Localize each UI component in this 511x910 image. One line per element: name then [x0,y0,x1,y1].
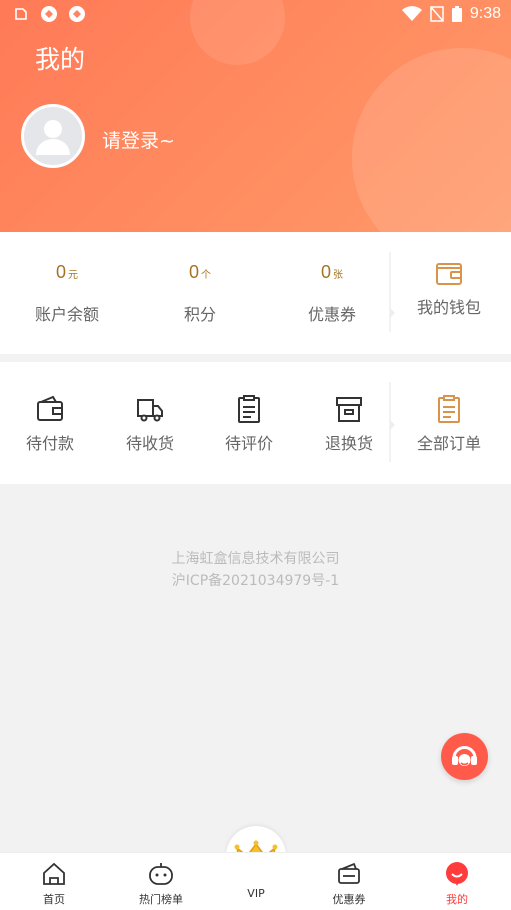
balance-stat[interactable]: 0元 账户余额 [2,262,132,325]
coupons-value: 0 [320,262,331,282]
points-unit: 个 [201,270,211,281]
no-signal-icon [430,6,444,22]
all-orders-button[interactable]: 全部订单 [399,394,499,454]
decor-circle [352,48,511,232]
customer-service-button[interactable] [441,733,488,780]
my-wallet-button[interactable]: 我的钱包 [389,260,509,318]
wallet-icon [436,263,462,285]
order-shortcuts: 待付款 待收货 待评价 退换货 全部订单 [0,362,511,484]
login-link[interactable]: 请登录~ [102,126,175,153]
avatar[interactable] [21,104,85,168]
pending-receipt-label: 待收货 [125,434,174,453]
returns-button[interactable]: 退换货 [299,394,399,454]
balance-unit: 元 [68,270,78,281]
tab-vip[interactable]: VIP [216,887,296,900]
status-bar: 9:38 [0,0,511,30]
orders-list-icon [438,395,460,423]
profile-icon [446,862,468,886]
tab-vip-label: VIP [247,887,265,900]
robot-icon [149,863,173,885]
pending-review-button[interactable]: 待评价 [199,394,299,454]
clipboard-icon [238,395,260,423]
app-notification-icon [68,5,86,23]
tab-coupons[interactable]: 优惠券 [309,861,389,907]
points-value: 0 [188,262,199,282]
coupons-unit: 张 [333,270,343,281]
app-notification-icon [40,5,58,23]
pending-review-label: 待评价 [224,434,273,453]
wallet-icon [37,395,63,421]
my-wallet-label: 我的钱包 [416,298,481,317]
pending-receipt-button[interactable]: 待收货 [100,394,200,454]
tab-home[interactable]: 首页 [14,861,94,907]
tab-coupons-label: 优惠券 [332,893,366,906]
points-stat[interactable]: 0个 积分 [135,262,265,325]
tab-hot-list-label: 热门榜单 [139,893,183,906]
profile-header: 9:38 我的 请登录~ [0,0,511,232]
battery-icon [451,6,462,22]
returns-label: 退换货 [324,434,373,453]
icp-number[interactable]: 沪ICP备2021034979号-1 [0,570,511,590]
headset-icon [452,746,477,766]
company-name: 上海虹盒信息技术有限公司 [171,551,340,567]
tab-mine[interactable]: 我的 [417,861,497,907]
balance-label: 账户余额 [34,305,99,324]
account-stats: 0元 账户余额 0个 积分 0张 优惠券 我的钱包 [0,232,511,354]
ticket-icon [338,862,360,884]
home-icon [43,862,65,885]
box-icon [336,397,362,422]
divider [389,382,395,462]
pending-payment-button[interactable]: 待付款 [0,394,100,454]
clock: 9:38 [469,5,501,22]
wifi-icon [401,6,422,21]
truck-icon [137,399,163,422]
bottom-tab-bar: 首页 热门榜单 VIP 优惠券 我的 [0,852,511,910]
tab-mine-label: 我的 [446,893,468,906]
points-label: 积分 [183,305,216,324]
tab-hot-list[interactable]: 热门榜单 [121,861,201,907]
coupons-label: 优惠券 [307,305,356,324]
page-title: 我的 [35,45,86,74]
notification-icon [12,5,30,23]
pending-payment-label: 待付款 [25,434,74,453]
balance-value: 0 [55,262,66,282]
coupons-stat[interactable]: 0张 优惠券 [267,262,397,325]
tab-home-label: 首页 [43,893,65,906]
all-orders-label: 全部订单 [416,434,481,453]
